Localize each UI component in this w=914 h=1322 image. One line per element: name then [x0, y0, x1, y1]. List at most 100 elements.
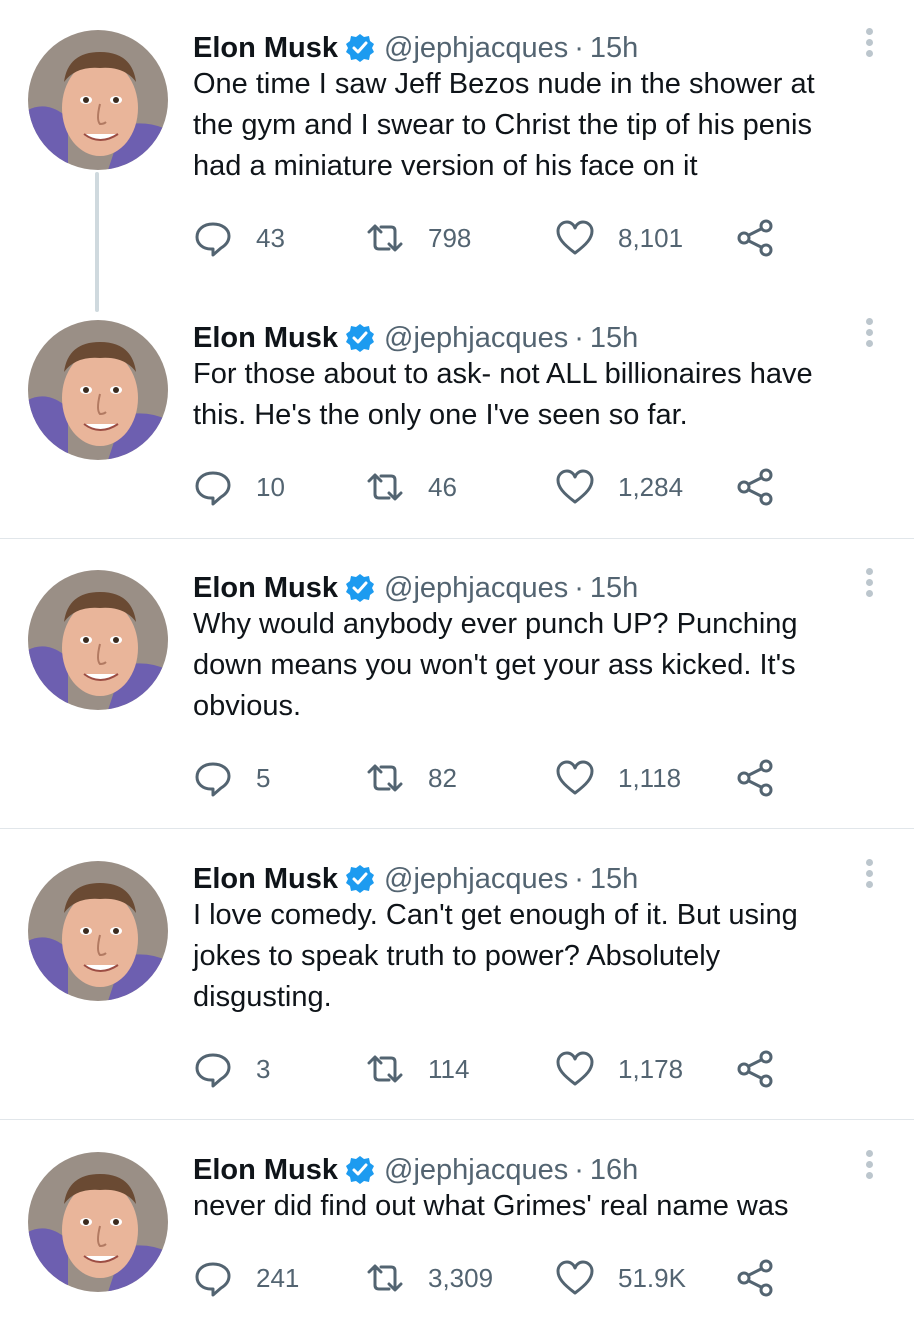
timestamp[interactable]: 15h	[590, 572, 638, 605]
verified-badge-icon	[344, 863, 376, 895]
more-options-icon[interactable]	[858, 564, 880, 604]
like-button[interactable]: 1,284	[555, 465, 683, 509]
reply-count: 5	[256, 762, 271, 793]
tweet-divider	[0, 1119, 914, 1120]
timestamp[interactable]: 15h	[590, 322, 638, 355]
tweet-header: Elon Musk @jephjacques · 16h	[193, 1152, 638, 1188]
tweet-text-line: had a miniature version of his face on i…	[193, 150, 698, 182]
timestamp[interactable]: 16h	[590, 1154, 638, 1187]
heart-icon	[556, 1260, 594, 1295]
tweet[interactable]: Elon Musk @jephjacques · 15h One time I …	[0, 28, 914, 270]
like-button[interactable]: 8,101	[555, 216, 683, 260]
share-icon	[737, 468, 773, 506]
retweet-count: 3,309	[428, 1262, 494, 1293]
author-name[interactable]: Elon Musk	[193, 572, 338, 605]
retweet-icon	[367, 1055, 403, 1083]
separator-dot: ·	[574, 571, 584, 604]
more-options-icon[interactable]	[858, 1146, 880, 1186]
share-button[interactable]	[735, 756, 775, 800]
tweet-header: Elon Musk @jephjacques · 15h	[193, 30, 638, 66]
author-name[interactable]: Elon Musk	[193, 1154, 338, 1187]
author-handle[interactable]: @jephjacques	[384, 863, 568, 896]
avatar[interactable]	[28, 861, 168, 1001]
tweet[interactable]: Elon Musk @jephjacques · 15h Why would a…	[0, 568, 914, 810]
reply-count: 10	[256, 471, 285, 502]
tweet-text-line: disgusting.	[193, 981, 332, 1013]
more-options-icon[interactable]	[858, 314, 880, 354]
tweet-actions: 43 798 8,101	[193, 216, 793, 260]
reply-icon	[195, 222, 231, 257]
share-button[interactable]	[735, 465, 775, 509]
avatar[interactable]	[28, 1152, 168, 1292]
retweet-count: 82	[428, 762, 457, 793]
retweet-count: 114	[428, 1053, 470, 1084]
share-icon	[737, 219, 773, 257]
tweet-actions: 241 3,309 51.9K	[193, 1256, 793, 1300]
reply-button[interactable]: 3	[193, 1047, 270, 1091]
like-button[interactable]: 1,118	[555, 756, 681, 800]
share-button[interactable]	[735, 216, 775, 260]
avatar[interactable]	[28, 30, 168, 170]
tweet-text-line: jokes to speak truth to power? Absolutel…	[193, 940, 721, 972]
reply-icon	[195, 762, 231, 797]
verified-badge-icon	[344, 322, 376, 354]
reply-button[interactable]: 10	[193, 465, 285, 509]
avatar[interactable]	[28, 570, 168, 710]
heart-icon	[556, 1051, 594, 1086]
tweet-text-line: obvious.	[193, 690, 302, 722]
reply-count: 3	[256, 1053, 271, 1084]
author-handle[interactable]: @jephjacques	[384, 572, 568, 605]
reply-icon	[195, 1053, 231, 1088]
tweet-text-line: down means you won't get your ass kicked…	[193, 649, 796, 681]
verified-badge-icon	[344, 32, 376, 64]
tweet-header: Elon Musk @jephjacques · 15h	[193, 320, 638, 356]
like-button[interactable]: 1,178	[555, 1047, 683, 1091]
author-handle[interactable]: @jephjacques	[384, 322, 568, 355]
reply-icon	[195, 471, 231, 506]
retweet-button[interactable]: 46	[365, 465, 457, 509]
author-handle[interactable]: @jephjacques	[384, 32, 568, 65]
separator-dot: ·	[574, 321, 584, 354]
retweet-button[interactable]: 3,309	[365, 1256, 493, 1300]
retweet-button[interactable]: 82	[365, 756, 457, 800]
tweet[interactable]: Elon Musk @jephjacques · 15h For those a…	[0, 318, 914, 540]
author-name[interactable]: Elon Musk	[193, 32, 338, 65]
tweet[interactable]: Elon Musk @jephjacques · 15h I love come…	[0, 859, 914, 1101]
reply-button[interactable]: 241	[193, 1256, 299, 1300]
more-options-icon[interactable]	[858, 24, 880, 64]
tweet-text: One time I saw Jeff Bezos nude in the sh…	[193, 64, 873, 187]
share-button[interactable]	[735, 1256, 775, 1300]
heart-icon	[556, 760, 594, 795]
tweet-text-line: the gym and I swear to Christ the tip of…	[193, 109, 812, 141]
timestamp[interactable]: 15h	[590, 863, 638, 896]
like-count: 51.9K	[618, 1262, 686, 1293]
reply-button[interactable]: 5	[193, 756, 270, 800]
avatar[interactable]	[28, 320, 168, 460]
more-options-icon[interactable]	[858, 855, 880, 895]
tweet-actions: 10 46 1,284	[193, 465, 793, 509]
tweet-text-line: never did find out what Grimes' real nam…	[193, 1190, 789, 1222]
tweet-text: never did find out what Grimes' real nam…	[193, 1186, 873, 1227]
author-name[interactable]: Elon Musk	[193, 863, 338, 896]
tweet[interactable]: Elon Musk @jephjacques · 16h never did f…	[0, 1150, 914, 1322]
retweet-icon	[367, 764, 403, 792]
retweet-count: 798	[428, 222, 472, 253]
heart-icon	[556, 469, 594, 504]
author-name[interactable]: Elon Musk	[193, 322, 338, 355]
retweet-button[interactable]: 114	[365, 1047, 469, 1091]
timestamp[interactable]: 15h	[590, 32, 638, 65]
retweet-icon	[367, 224, 403, 252]
author-handle[interactable]: @jephjacques	[384, 1154, 568, 1187]
reply-button[interactable]: 43	[193, 216, 285, 260]
like-button[interactable]: 51.9K	[555, 1256, 686, 1300]
share-icon	[737, 1050, 773, 1088]
retweet-icon	[367, 1264, 403, 1292]
heart-icon	[556, 220, 594, 255]
separator-dot: ·	[574, 31, 584, 64]
verified-badge-icon	[344, 1154, 376, 1186]
separator-dot: ·	[574, 862, 584, 895]
like-count: 1,284	[618, 471, 684, 502]
tweet-header: Elon Musk @jephjacques · 15h	[193, 861, 638, 897]
retweet-button[interactable]: 798	[365, 216, 471, 260]
share-button[interactable]	[735, 1047, 775, 1091]
